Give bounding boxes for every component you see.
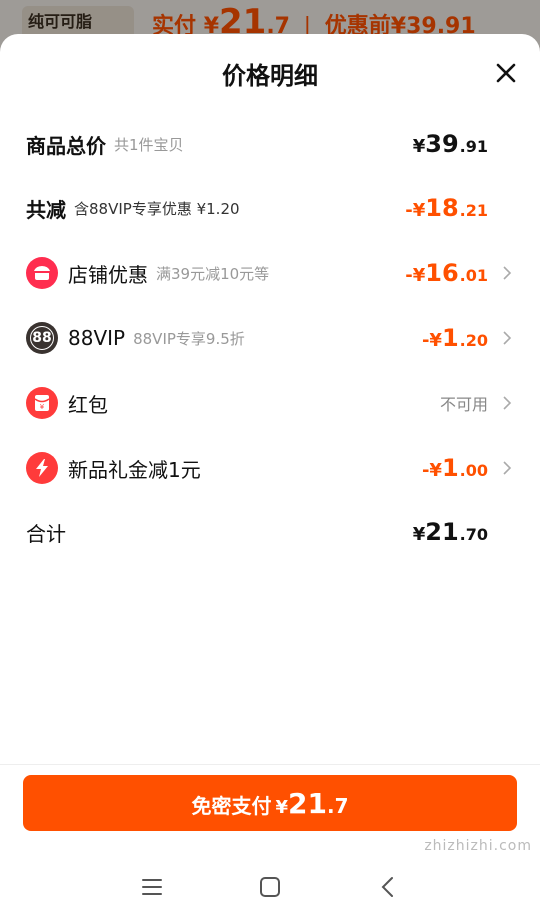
svg-text:¥: ¥ bbox=[40, 403, 45, 411]
amount-symbol: -¥ bbox=[421, 460, 442, 481]
amount-int: 18 bbox=[425, 194, 459, 222]
pay-button-int: 21 bbox=[288, 787, 327, 820]
row-total-reduction: 共减 含88VIP专享优惠 ¥1.20 -¥ 18.21 bbox=[26, 188, 514, 228]
pay-button-symbol: ¥ bbox=[275, 797, 289, 818]
chevron-right-icon bbox=[500, 396, 514, 410]
bottom-divider bbox=[0, 764, 540, 765]
row-red-packet[interactable]: ¥ 红包 不可用 bbox=[26, 383, 514, 423]
red-packet-label: 红包 bbox=[68, 392, 108, 417]
reduction-label: 共减 bbox=[26, 197, 66, 222]
nav-home-button[interactable] bbox=[257, 874, 283, 900]
row-sum: 合计 ¥21.70 bbox=[26, 512, 514, 552]
shop-icon bbox=[26, 257, 58, 289]
shop-discount-label: 店铺优惠 bbox=[68, 262, 148, 287]
amount-dec: .01 bbox=[459, 266, 488, 285]
pay-button-label: 免密支付 bbox=[191, 794, 272, 818]
amount-symbol: -¥ bbox=[405, 265, 426, 286]
chevron-right-icon bbox=[500, 266, 514, 280]
chevron-right-icon bbox=[500, 331, 514, 345]
nav-menu-button[interactable] bbox=[139, 874, 165, 900]
vip-sub: 88VIP专享9.5折 bbox=[133, 329, 245, 348]
amount-dec: .91 bbox=[459, 137, 488, 156]
amount-int: 16 bbox=[425, 259, 459, 287]
sheet-title: 价格明细 bbox=[222, 62, 318, 90]
row-shop-discount[interactable]: 店铺优惠 满39元减10元等 -¥ 16.01 bbox=[26, 253, 514, 293]
amount-int: 21 bbox=[425, 518, 459, 546]
vip88-icon-text: 88 bbox=[30, 326, 54, 350]
system-nav-bar bbox=[0, 860, 540, 910]
red-packet-icon: ¥ bbox=[26, 387, 58, 419]
nav-back-button[interactable] bbox=[375, 874, 401, 900]
amount-dec: .00 bbox=[459, 461, 488, 480]
close-button[interactable] bbox=[494, 61, 518, 85]
amount-symbol: ¥ bbox=[412, 524, 426, 545]
sum-label: 合计 bbox=[26, 521, 66, 546]
total-price-count: 共1件宝贝 bbox=[114, 135, 184, 154]
total-price-label: 商品总价 bbox=[26, 133, 106, 158]
new-gift-amount: -¥ 1.00 bbox=[422, 454, 488, 482]
reduction-amount: -¥ 18.21 bbox=[405, 194, 488, 222]
total-price-amount: ¥39.91 bbox=[413, 130, 488, 158]
row-total-price: 商品总价 共1件宝贝 ¥39.91 bbox=[26, 124, 514, 164]
shop-discount-sub: 满39元减10元等 bbox=[156, 264, 270, 283]
row-new-product-gift[interactable]: 新品礼金减1元 -¥ 1.00 bbox=[26, 448, 514, 488]
chevron-right-icon bbox=[500, 461, 514, 475]
amount-int: 1 bbox=[441, 454, 459, 482]
reduction-sub: 含88VIP专享优惠 ¥1.20 bbox=[74, 199, 240, 218]
amount-symbol: ¥ bbox=[412, 136, 426, 157]
red-packet-status: 不可用 bbox=[439, 395, 488, 414]
amount-int: 1 bbox=[441, 324, 459, 352]
close-icon bbox=[496, 63, 516, 83]
vip-label: 88VIP bbox=[68, 326, 126, 350]
amount-symbol: -¥ bbox=[421, 330, 442, 351]
amount-dec: .20 bbox=[459, 331, 488, 350]
amount-dec: .70 bbox=[459, 525, 488, 544]
amount-symbol: -¥ bbox=[405, 200, 426, 221]
row-88vip[interactable]: 88 88VIP 88VIP专享9.5折 -¥ 1.20 bbox=[26, 318, 514, 358]
amount-dec: .21 bbox=[459, 201, 488, 220]
amount-int: 39 bbox=[425, 130, 459, 158]
new-gift-label: 新品礼金减1元 bbox=[68, 457, 201, 482]
sum-amount: ¥21.70 bbox=[413, 518, 488, 546]
password-free-pay-button[interactable]: 免密支付 ¥21.7 bbox=[23, 775, 517, 831]
vip-amount: -¥ 1.20 bbox=[422, 324, 488, 352]
menu-icon bbox=[142, 879, 162, 895]
shop-discount-amount: -¥ 16.01 bbox=[405, 259, 488, 287]
pay-button-dec: .7 bbox=[326, 794, 349, 818]
home-square-icon bbox=[260, 877, 280, 897]
watermark: zhizhizhi.com bbox=[424, 838, 532, 854]
lightning-icon bbox=[26, 452, 58, 484]
vip88-icon: 88 bbox=[26, 322, 58, 354]
back-chevron-icon bbox=[381, 877, 393, 897]
